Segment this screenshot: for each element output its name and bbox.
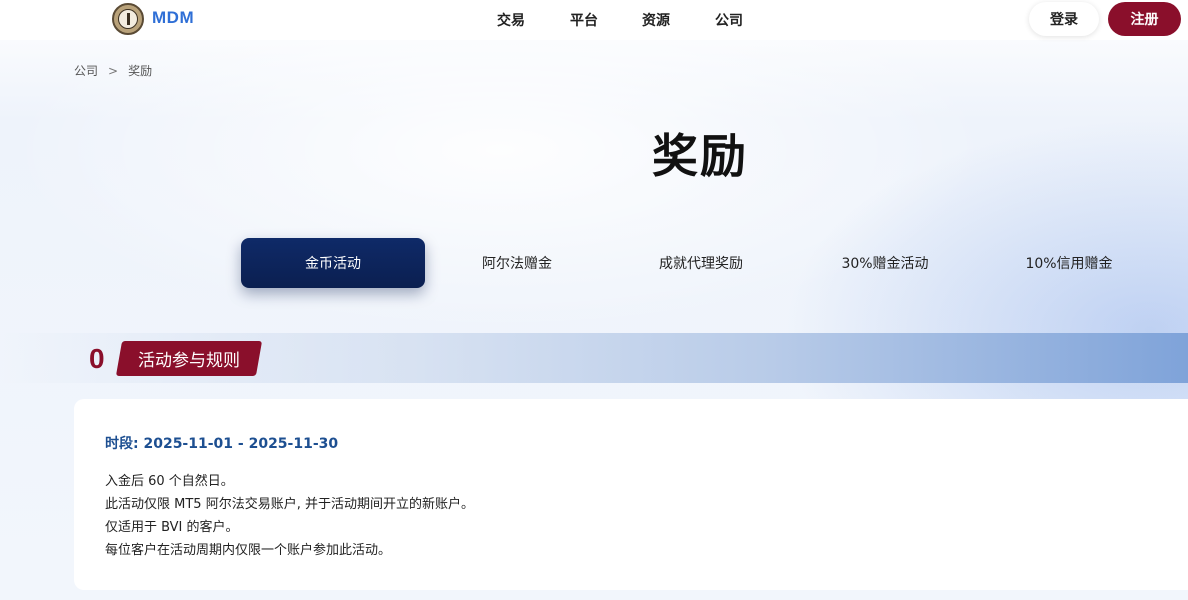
page-title: 奖励 (652, 129, 748, 183)
rules-card: 时段: 2025-11-01 - 2025-11-30 入金后 60 个自然日。… (74, 399, 1188, 590)
nav-item-trading[interactable]: 交易 (497, 10, 525, 30)
rule-item: 仅适用于 BVI 的客户。 (105, 520, 239, 535)
tab-achievement-agent-reward[interactable]: 成就代理奖励 (609, 238, 793, 288)
tab-10-percent-credit-bonus[interactable]: 10%信用赠金 (977, 238, 1161, 288)
tab-30-percent-bonus[interactable]: 30%赠金活动 (793, 238, 977, 288)
register-button[interactable]: 注册 (1108, 2, 1181, 36)
section-title: 活动参与规则 (138, 351, 240, 371)
rules-list: 入金后 60 个自然日。 此活动仅限 MT5 阿尔法交易账户, 并于活动期间开立… (105, 470, 474, 562)
rule-item: 入金后 60 个自然日。 (105, 474, 234, 489)
breadcrumb-parent-link[interactable]: 公司 (74, 62, 98, 79)
main-nav: 交易 平台 资源 公司 (0, 10, 1188, 30)
rule-item: 每位客户在活动周期内仅限一个账户参加此活动。 (105, 543, 392, 558)
login-button[interactable]: 登录 (1029, 2, 1099, 36)
top-header: MDM 交易 平台 资源 公司 登录 注册 (0, 0, 1188, 40)
chevron-right-icon: > (108, 63, 119, 78)
section-number: 0 (89, 343, 105, 374)
nav-item-company[interactable]: 公司 (715, 10, 743, 30)
activity-period: 时段: 2025-11-01 - 2025-11-30 (105, 436, 339, 452)
rule-item: 此活动仅限 MT5 阿尔法交易账户, 并于活动期间开立的新账户。 (105, 497, 474, 512)
tab-alpha-bonus[interactable]: 阿尔法赠金 (425, 238, 609, 288)
nav-item-resources[interactable]: 资源 (642, 10, 670, 30)
section-title-tag: 活动参与规则 (115, 341, 263, 376)
breadcrumb: 公司 > 奖励 (74, 62, 152, 79)
breadcrumb-current: 奖励 (128, 64, 153, 78)
nav-item-platform[interactable]: 平台 (570, 10, 598, 30)
tab-gold-coin-activity[interactable]: 金币活动 (241, 238, 425, 288)
